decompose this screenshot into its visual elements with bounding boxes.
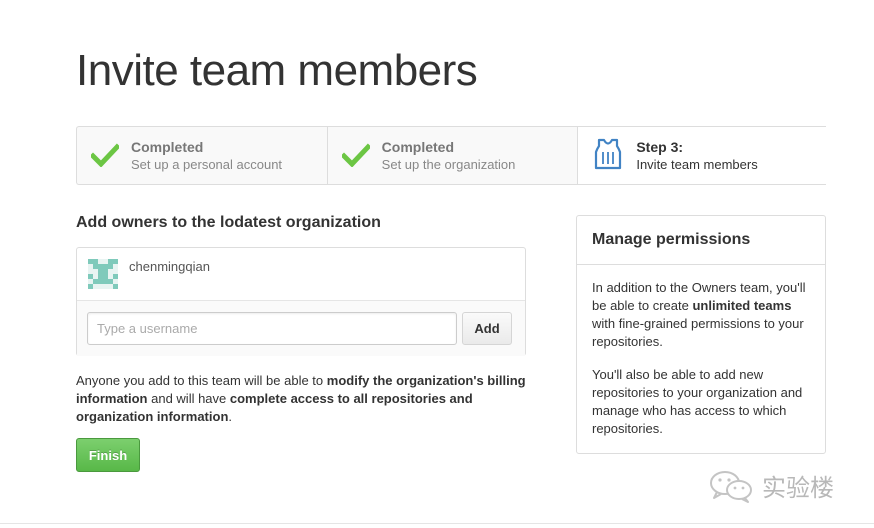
step-organization: Completed Set up the organization xyxy=(328,127,579,184)
page-title: Invite team members xyxy=(76,46,478,95)
info-text-part: Anyone you add to this team will be able… xyxy=(76,373,327,388)
add-member-row: Add xyxy=(77,301,525,356)
step-invite-members: Step 3: Invite team members xyxy=(578,127,827,184)
wechat-icon xyxy=(710,470,752,503)
info-text-part: . xyxy=(228,409,233,424)
info-text-part: and will have xyxy=(147,391,230,406)
member-username[interactable]: chenmingqian xyxy=(129,259,210,274)
permissions-text-bold: unlimited teams xyxy=(692,298,792,313)
permissions-heading: Manage permissions xyxy=(577,216,825,265)
manage-permissions-panel: Manage permissions In addition to the Ow… xyxy=(576,215,826,454)
add-owners-heading: Add owners to the lodatest organization xyxy=(76,214,381,231)
check-icon xyxy=(91,143,119,167)
permissions-body: In addition to the Owners team, you'll b… xyxy=(577,265,825,438)
setup-steps: Completed Set up a personal account Comp… xyxy=(76,126,827,185)
step-description: Set up the organization xyxy=(381,157,516,172)
step-title: Step 3: xyxy=(636,139,684,155)
watermark: 实验楼 xyxy=(708,468,834,503)
check-icon xyxy=(341,143,370,167)
jersey-icon xyxy=(595,138,622,170)
permissions-text: with fine-grained permissions to your re… xyxy=(592,316,804,349)
permissions-paragraph: You'll also be able to add new repositor… xyxy=(592,367,803,436)
step-personal-account: Completed Set up a personal account xyxy=(77,127,328,184)
watermark-text: 实验楼 xyxy=(762,474,834,502)
owners-info-text: Anyone you add to this team will be able… xyxy=(76,372,536,426)
finish-button[interactable]: Finish xyxy=(76,438,140,472)
member-row: chenmingqian xyxy=(77,248,525,301)
divider xyxy=(0,523,874,524)
permissions-paragraph: In addition to the Owners team, you'll b… xyxy=(592,279,810,351)
add-button[interactable]: Add xyxy=(462,312,512,345)
username-input[interactable] xyxy=(87,312,457,345)
step-description: Invite team members xyxy=(636,157,758,172)
avatar xyxy=(88,259,118,289)
step-description: Set up a personal account xyxy=(131,157,283,172)
owners-box: chenmingqian Add xyxy=(76,247,526,356)
step-title: Completed xyxy=(381,139,455,155)
step-title: Completed xyxy=(131,139,204,155)
